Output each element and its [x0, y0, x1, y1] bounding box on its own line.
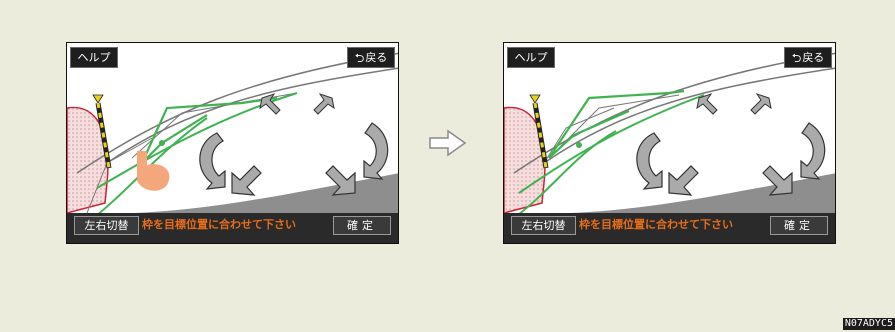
left-right-switch-button[interactable]: 左右切替 — [511, 216, 576, 235]
bottom-bar: 左右切替 枠を目標位置に合わせて下さい 確定 — [504, 213, 835, 243]
help-button[interactable]: ヘルプ — [70, 47, 118, 68]
confirm-button[interactable]: 確定 — [333, 216, 391, 235]
left-right-switch-button[interactable]: 左右切替 — [74, 216, 139, 235]
back-label: 戻る — [802, 51, 825, 64]
help-button[interactable]: ヘルプ — [507, 47, 555, 68]
right-arrow-icon — [429, 129, 467, 157]
figure-code: N07ADYC5 — [842, 318, 895, 330]
return-arrow-icon: ⮌ — [354, 50, 365, 65]
parking-screen-before: ヘルプ ⮌ 戻る 左右切替 枠を目標位置に合わせて下さい 確定 — [66, 42, 399, 244]
parking-screen-after: ヘルプ ⮌ 戻る 左右切替 枠を目標位置に合わせて下さい 確定 — [503, 42, 836, 244]
instruction-text: 枠を目標位置に合わせて下さい — [579, 218, 733, 231]
confirm-button[interactable]: 確定 — [770, 216, 828, 235]
bottom-bar: 左右切替 枠を目標位置に合わせて下さい 確定 — [67, 213, 398, 243]
back-label: 戻る — [365, 51, 388, 64]
instruction-text: 枠を目標位置に合わせて下さい — [142, 218, 296, 231]
page: { "screens": [ { "help_label": "ヘルプ", "b… — [0, 0, 895, 332]
return-arrow-icon: ⮌ — [791, 50, 802, 65]
back-button[interactable]: ⮌ 戻る — [784, 47, 832, 68]
back-button[interactable]: ⮌ 戻る — [347, 47, 395, 68]
